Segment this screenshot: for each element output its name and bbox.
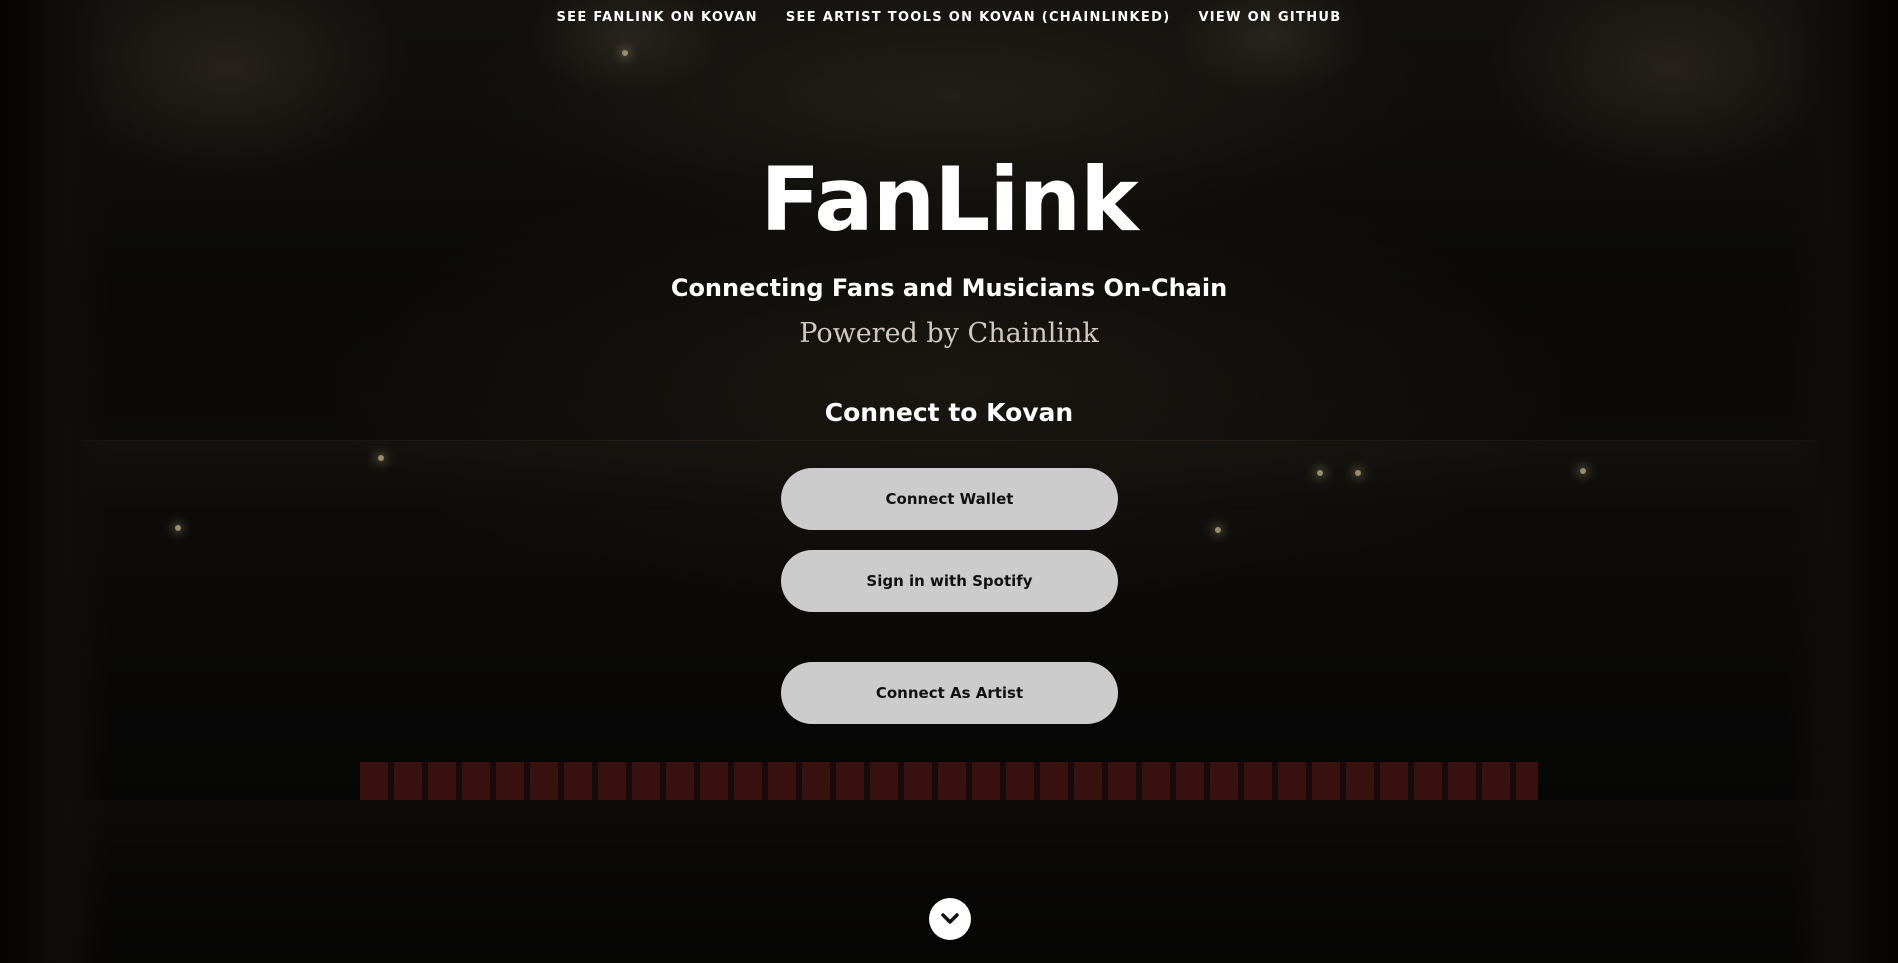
scroll-down-button[interactable] <box>929 898 971 940</box>
tagline: Connecting Fans and Musicians On-Chain <box>670 274 1228 302</box>
hero-section: SEE FANLINK ON KOVAN SEE ARTIST TOOLS ON… <box>0 0 1898 963</box>
chevron-down-icon <box>941 913 959 924</box>
connect-heading: Connect to Kovan <box>824 398 1074 427</box>
connect-artist-button[interactable]: Connect As Artist <box>781 662 1118 724</box>
connect-wallet-button[interactable]: Connect Wallet <box>781 468 1118 530</box>
hero-content: FanLink Connecting Fans and Musicians On… <box>0 0 1898 963</box>
spotify-signin-button[interactable]: Sign in with Spotify <box>781 550 1118 612</box>
powered-by-text: Powered by Chainlink <box>799 318 1099 349</box>
page-title: FanLink <box>760 148 1138 251</box>
